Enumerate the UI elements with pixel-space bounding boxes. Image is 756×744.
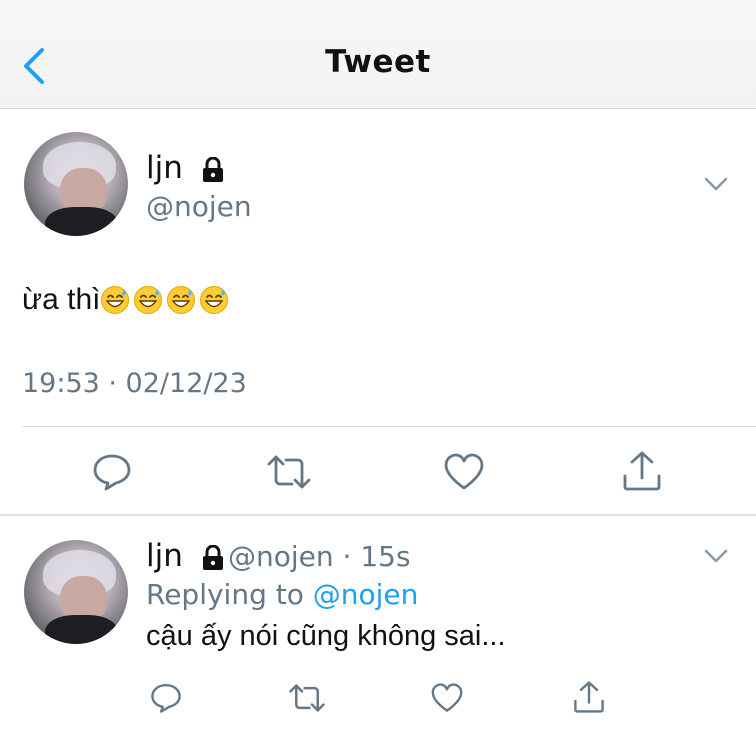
author-name[interactable]: ljn (146, 150, 225, 186)
sweat-smile-emoji (133, 285, 163, 315)
avatar[interactable] (24, 132, 128, 236)
lock-icon (202, 156, 223, 182)
reply-handle[interactable]: @nojen (228, 540, 334, 573)
reply-author-name-label: ljn (146, 538, 183, 574)
author-name-label: ljn (146, 150, 183, 186)
sweat-smile-emoji (100, 285, 130, 315)
reply-text: cậu ấy nói cũng không sai... (146, 620, 506, 652)
author-handle[interactable]: @nojen (146, 190, 252, 223)
tweet-text-label: ừa thì (22, 283, 101, 316)
share-icon[interactable] (573, 680, 605, 714)
like-icon[interactable] (431, 683, 463, 713)
nav-header: Tweet (0, 0, 756, 109)
reply-time: · 15s (342, 540, 411, 573)
reply-icon[interactable] (92, 452, 132, 492)
chevron-down-icon[interactable] (704, 176, 728, 192)
lock-icon (202, 544, 223, 570)
sweat-smile-emoji (199, 285, 229, 315)
page-title: Tweet (325, 44, 431, 80)
tweet-text: ừa thì (22, 283, 232, 317)
retweet-icon[interactable] (266, 454, 312, 490)
divider (22, 426, 756, 427)
sweat-smile-emoji (166, 285, 196, 315)
reply-meta: @nojen · 15s (228, 540, 411, 573)
replying-to: Replying to @nojen (146, 578, 418, 611)
replying-to-label: Replying to (146, 578, 304, 611)
reply-icon[interactable] (150, 682, 182, 714)
like-icon[interactable] (444, 453, 484, 491)
replying-to-mention[interactable]: @nojen (313, 578, 419, 611)
share-icon[interactable] (622, 450, 662, 492)
chevron-down-icon[interactable] (704, 548, 728, 564)
retweet-icon[interactable] (288, 683, 326, 713)
reply-author-name[interactable]: ljn (146, 538, 225, 574)
separator (0, 514, 756, 516)
tweet-timestamp: 19:53 · 02/12/23 (22, 368, 247, 399)
emoji-group (100, 283, 232, 316)
reply-avatar[interactable] (24, 540, 128, 644)
